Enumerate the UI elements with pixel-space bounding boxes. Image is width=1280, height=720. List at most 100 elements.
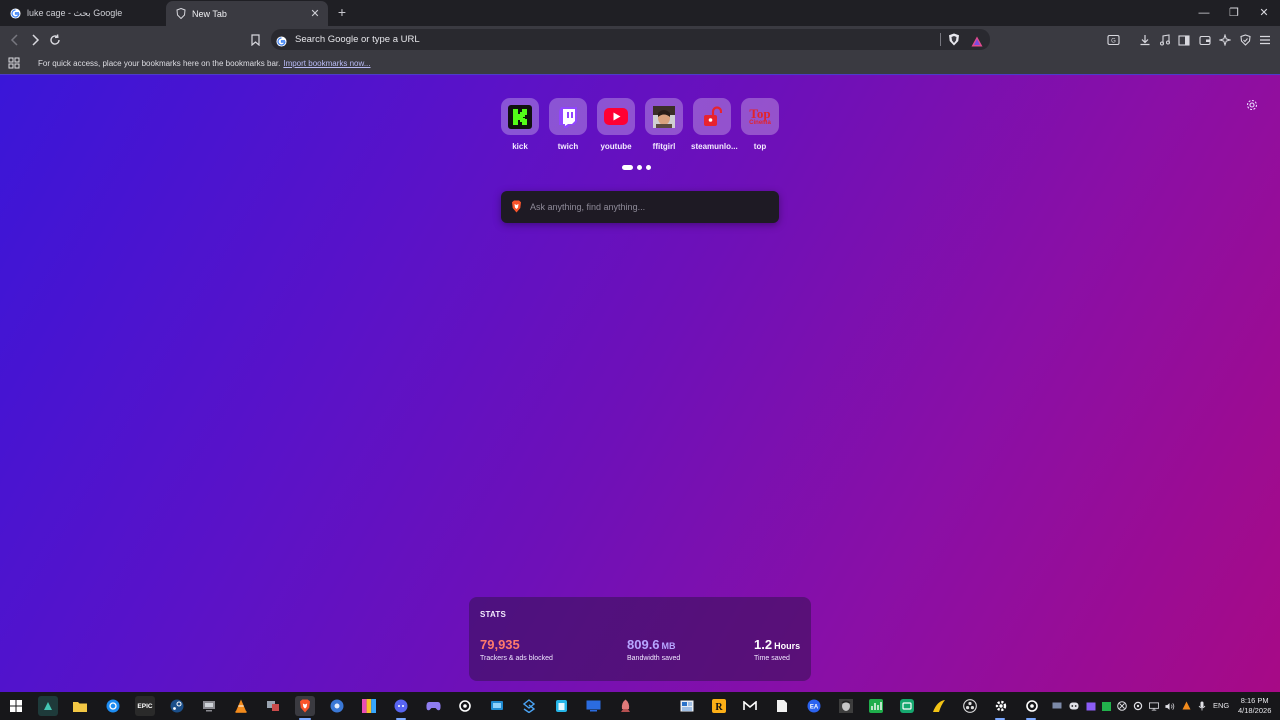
microphone-icon[interactable]: [1197, 701, 1207, 711]
close-tab-icon[interactable]: ✕: [307, 7, 323, 20]
recycle-app-icon[interactable]: [551, 696, 571, 716]
taskbar-clock[interactable]: 8:16 PM 4/18/2026: [1238, 696, 1271, 716]
bandwidth-value: 809.6: [627, 637, 660, 652]
top-site-fitgirl[interactable]: ffitgirl: [643, 98, 685, 151]
back-button[interactable]: [6, 31, 24, 49]
news-app-icon[interactable]: [677, 696, 697, 716]
steam-icon[interactable]: [167, 696, 187, 716]
twitch-icon: [549, 98, 587, 135]
top-site-label: ffitgirl: [652, 142, 676, 151]
ea-app-icon[interactable]: EA: [804, 696, 824, 716]
youtube-icon: [597, 98, 635, 135]
brave-browser-icon[interactable]: [295, 696, 315, 716]
top-site-label: top: [753, 142, 767, 151]
app-launcher-icon[interactable]: [38, 696, 58, 716]
settings-app-icon[interactable]: [327, 696, 347, 716]
hacker-app-icon[interactable]: [836, 696, 856, 716]
chart-app-icon[interactable]: [866, 696, 886, 716]
tab-title: luke cage - بحث Google: [27, 8, 123, 18]
brave-shield-icon: [175, 8, 186, 19]
tray-vlc-icon[interactable]: [1181, 701, 1191, 711]
tray-green-app-icon[interactable]: [1101, 701, 1111, 711]
tray-discord-icon[interactable]: [1069, 701, 1079, 711]
top-site-youtube[interactable]: youtube: [595, 98, 637, 151]
remote-desktop-icon[interactable]: [487, 696, 507, 716]
colorful-app-icon[interactable]: [359, 696, 379, 716]
top-site-kick[interactable]: kick: [499, 98, 541, 151]
gamepad-icon[interactable]: [423, 696, 443, 716]
volume-icon[interactable]: [1165, 701, 1175, 711]
tray-purple-app-icon[interactable]: [1086, 701, 1096, 711]
vpn-shield-icon[interactable]: [1236, 31, 1254, 49]
sourcetree-icon[interactable]: [519, 696, 539, 716]
reload-button[interactable]: [46, 31, 64, 49]
wallet-icon[interactable]: [1196, 31, 1214, 49]
game-launcher-icon[interactable]: [897, 696, 917, 716]
language-indicator[interactable]: ENG: [1213, 701, 1229, 710]
windows-taskbar: EPIC R EA ENG 8:16 PM 4/18/2026: [0, 692, 1280, 720]
network-tool-icon[interactable]: [263, 696, 283, 716]
page-settings-gear-icon[interactable]: [1246, 98, 1258, 111]
tab-title: New Tab: [192, 8, 227, 19]
tray-monitor-icon[interactable]: [1052, 701, 1062, 711]
tab-search-icon[interactable]: G: [1104, 31, 1122, 49]
forward-button[interactable]: [26, 31, 44, 49]
tray-xbox-icon[interactable]: [1117, 701, 1127, 711]
new-tab-button[interactable]: +: [334, 4, 350, 20]
bookmarks-bar: For quick access, place your bookmarks h…: [0, 53, 1280, 74]
page-dot-2[interactable]: [637, 164, 642, 170]
download-icon[interactable]: [1136, 31, 1154, 49]
rockstar-icon[interactable]: R: [709, 696, 729, 716]
top-site-label: twich: [557, 142, 579, 151]
steelseries-gg-icon[interactable]: [1022, 696, 1042, 716]
svg-text:G: G: [1111, 39, 1116, 45]
stat-time: 1.2 Hours Time saved: [754, 637, 800, 662]
epic-games-icon[interactable]: EPIC: [135, 696, 155, 716]
menu-icon[interactable]: [1256, 31, 1274, 49]
apps-grid-icon[interactable]: [8, 57, 20, 69]
trackers-count: 79,935: [480, 637, 520, 652]
brave-rewards-icon[interactable]: [971, 34, 983, 47]
top-site-topcinema[interactable]: Top Cinema top: [739, 98, 781, 151]
tab-new-tab[interactable]: New Tab ✕: [166, 1, 328, 26]
media-music-icon[interactable]: [1156, 31, 1174, 49]
tab-google-search[interactable]: luke cage - بحث Google: [0, 1, 164, 26]
leo-ai-icon[interactable]: [1216, 31, 1234, 49]
sidebar-toggle-icon[interactable]: [1175, 31, 1193, 49]
ai-search-box[interactable]: [501, 191, 779, 223]
bookmark-icon[interactable]: [246, 31, 264, 49]
file-explorer-icon[interactable]: [70, 696, 90, 716]
monitor-app-icon[interactable]: [583, 696, 603, 716]
tray-steelseries-icon[interactable]: [1133, 701, 1143, 711]
virtual-machine-icon[interactable]: [199, 696, 219, 716]
rocket-app-icon[interactable]: [615, 696, 635, 716]
wing-app-icon[interactable]: [929, 696, 949, 716]
steamunlocked-icon: [693, 98, 731, 135]
obs-icon[interactable]: [960, 696, 980, 716]
ai-search-input[interactable]: [530, 199, 770, 215]
system-settings-icon[interactable]: [991, 696, 1011, 716]
top-sites: kick twich youtube ffitgirl steamunlo...: [500, 98, 790, 154]
top-site-twitch[interactable]: twich: [547, 98, 589, 151]
mail-app-icon[interactable]: [740, 696, 760, 716]
import-bookmarks-link[interactable]: Import bookmarks now...: [283, 59, 370, 68]
kick-icon: [501, 98, 539, 135]
notes-app-icon[interactable]: [772, 696, 792, 716]
clipchamp-icon[interactable]: [103, 696, 123, 716]
time-saved-unit: Hours: [774, 641, 801, 651]
brave-shields-icon[interactable]: [948, 33, 960, 46]
address-bar[interactable]: Search Google or type a URL: [271, 29, 990, 50]
new-tab-page: kick twich youtube ffitgirl steamunlo...: [0, 75, 1280, 692]
network-icon[interactable]: [1149, 701, 1159, 711]
vlc-icon[interactable]: [231, 696, 251, 716]
windows-start-icon[interactable]: [6, 696, 26, 716]
top-site-steamunlocked[interactable]: steamunlo...: [691, 98, 738, 151]
minimize-icon[interactable]: —: [1190, 4, 1218, 22]
steelseries-icon[interactable]: [455, 696, 475, 716]
page-dot-3[interactable]: [646, 164, 651, 170]
discord-alt-icon[interactable]: [391, 696, 411, 716]
restore-icon[interactable]: ❐: [1220, 4, 1248, 22]
tab-strip: luke cage - بحث Google New Tab ✕ + — ❐ ✕: [0, 0, 1280, 26]
page-dot-1[interactable]: [622, 164, 633, 170]
close-window-icon[interactable]: ✕: [1250, 4, 1278, 22]
